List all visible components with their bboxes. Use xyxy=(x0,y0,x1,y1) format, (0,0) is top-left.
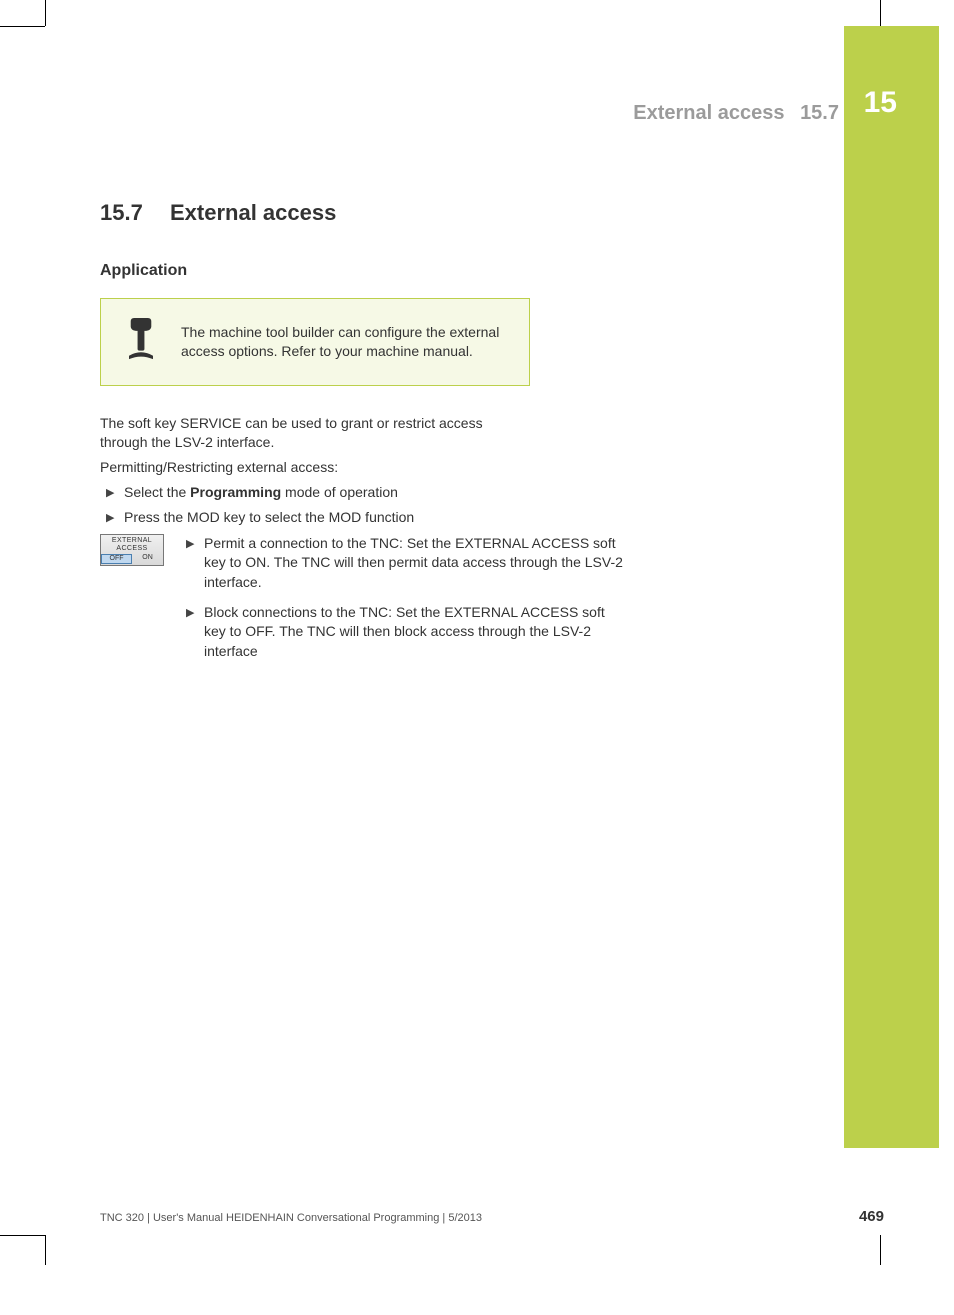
softkey-on: ON xyxy=(132,554,163,564)
running-head-number: 15.7 xyxy=(800,102,839,124)
subheading-application: Application xyxy=(100,262,800,280)
softkey-row: EXTERNAL ACCESS OFF ON ▶ Permit a connec… xyxy=(100,534,630,668)
content-area: 15.7External access Application The mach… xyxy=(100,200,800,667)
crop-mark xyxy=(45,1235,46,1265)
page-footer: TNC 320 | User's Manual HEIDENHAIN Conve… xyxy=(100,1208,884,1225)
paragraph: Permitting/Restricting external access: xyxy=(100,458,530,477)
softkey-label-line: EXTERNAL xyxy=(101,537,163,545)
list-item-text: Press the MOD key to select the MOD func… xyxy=(124,508,414,528)
note-text: The machine tool builder can configure t… xyxy=(181,323,529,361)
chapter-number: 15 xyxy=(864,86,897,120)
list-item-text: Block connections to the TNC: Set the EX… xyxy=(204,603,630,662)
list-item: ▶ Select the Programming mode of operati… xyxy=(100,483,530,503)
running-head-title: External access xyxy=(633,102,784,124)
softkey-label-line: ACCESS xyxy=(101,545,163,553)
triangle-icon: ▶ xyxy=(106,508,124,528)
crop-mark xyxy=(45,0,46,26)
list-item: ▶ Press the MOD key to select the MOD fu… xyxy=(100,508,530,528)
footer-text: TNC 320 | User's Manual HEIDENHAIN Conve… xyxy=(100,1212,482,1224)
running-head: External access 15.7 xyxy=(633,102,839,125)
machine-icon xyxy=(101,318,181,366)
list-item: ▶ Permit a connection to the TNC: Set th… xyxy=(186,534,630,593)
section-title: External access xyxy=(170,200,336,225)
softkey-off: OFF xyxy=(101,554,132,564)
list-item: ▶ Block connections to the TNC: Set the … xyxy=(186,603,630,662)
crop-mark xyxy=(0,1235,45,1236)
list-item-text: Permit a connection to the TNC: Set the … xyxy=(204,534,630,593)
crop-mark xyxy=(0,26,45,48)
paragraph: The soft key SERVICE can be used to gran… xyxy=(100,414,530,452)
softkey-description: ▶ Permit a connection to the TNC: Set th… xyxy=(186,534,630,668)
page-number: 469 xyxy=(859,1208,884,1225)
triangle-icon: ▶ xyxy=(186,603,204,662)
triangle-icon: ▶ xyxy=(106,483,124,503)
triangle-icon: ▶ xyxy=(186,534,204,593)
list-item-text: Select the Programming mode of operation xyxy=(124,483,398,503)
softkey-external-access: EXTERNAL ACCESS OFF ON xyxy=(100,534,164,566)
note-box: The machine tool builder can configure t… xyxy=(100,298,530,386)
manual-page: 15 External access 15.7 15.7External acc… xyxy=(0,0,954,1315)
crop-mark xyxy=(880,1235,881,1265)
crop-mark xyxy=(880,0,881,26)
softkey-toggle: OFF ON xyxy=(101,554,163,564)
section-heading: 15.7External access xyxy=(100,200,800,226)
chapter-tab: 15 xyxy=(844,26,939,1148)
section-number: 15.7 xyxy=(100,200,170,226)
